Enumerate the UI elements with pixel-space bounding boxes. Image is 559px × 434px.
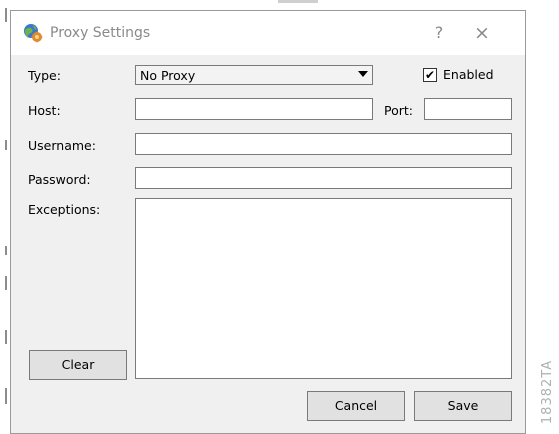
proxy-type-select[interactable]: No Proxy — [135, 65, 373, 85]
help-icon[interactable]: ? — [430, 22, 448, 44]
username-field[interactable] — [135, 133, 512, 155]
type-label: Type: — [28, 68, 61, 83]
password-label: Password: — [28, 172, 91, 187]
clear-button[interactable]: Clear — [29, 350, 127, 380]
close-icon[interactable]: × — [469, 22, 495, 44]
background-window-edge — [278, 0, 318, 3]
enabled-label: Enabled — [443, 67, 494, 82]
window-title: Proxy Settings — [50, 25, 151, 41]
title-bar: Proxy Settings ? × — [11, 11, 525, 55]
save-button[interactable]: Save — [414, 391, 512, 421]
cancel-button[interactable]: Cancel — [307, 391, 405, 421]
globe-gear-icon — [23, 23, 43, 43]
username-label: Username: — [28, 138, 96, 153]
exceptions-textarea[interactable] — [135, 198, 512, 379]
host-field[interactable] — [135, 98, 373, 120]
exceptions-label: Exceptions: — [28, 202, 101, 217]
password-field[interactable] — [135, 167, 512, 189]
proxy-settings-dialog: Proxy Settings ? × Type: No Proxy ✔ Enab… — [10, 10, 526, 434]
chevron-down-icon[interactable] — [356, 68, 370, 82]
figure-id-label: 18382TA — [540, 359, 555, 425]
port-field[interactable] — [424, 98, 512, 120]
host-label: Host: — [28, 103, 61, 118]
proxy-type-value: No Proxy — [140, 68, 196, 83]
screen: Proxy Settings ? × Type: No Proxy ✔ Enab… — [0, 0, 559, 434]
figure-id-container: 18382TA — [540, 352, 556, 432]
enabled-checkbox[interactable]: ✔ — [423, 68, 437, 82]
port-label: Port: — [384, 103, 413, 118]
